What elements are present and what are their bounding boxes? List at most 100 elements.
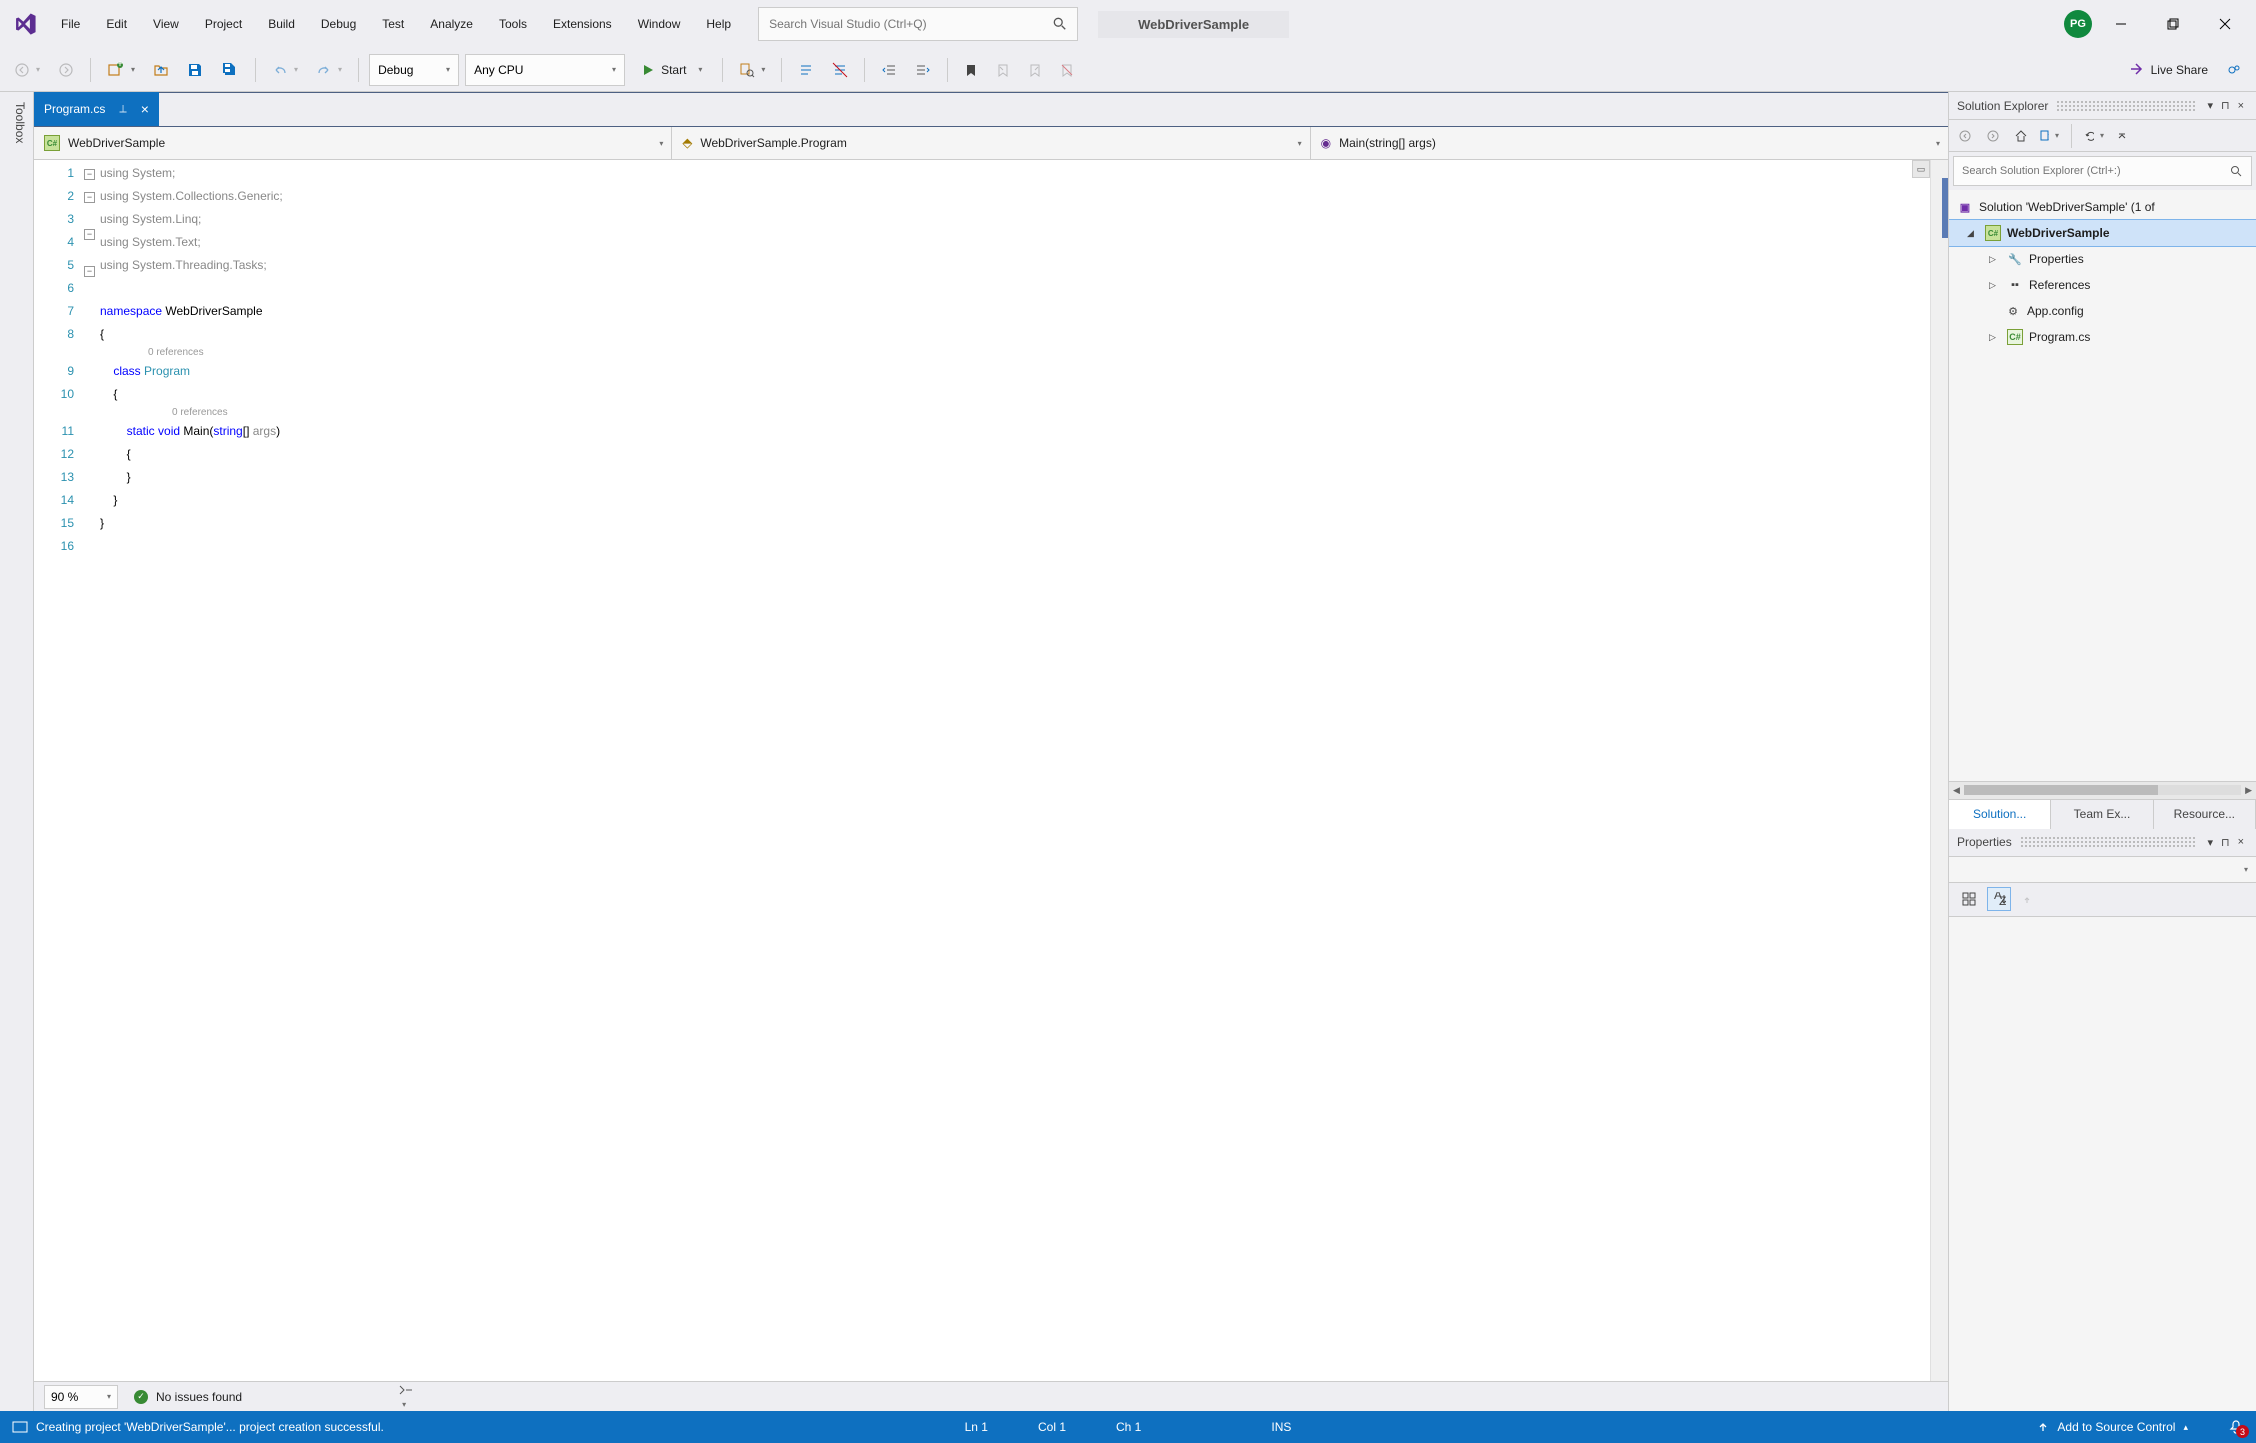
properties-selector[interactable]: ▾ [1949,857,2256,883]
char-indicator[interactable]: Ch 1 [1116,1420,1141,1434]
menu-view[interactable]: View [140,11,192,37]
file-tab-program[interactable]: Program.cs ⟂ × [34,92,159,126]
menu-file[interactable]: File [48,11,93,37]
notifications-button[interactable]: 3 [2228,1419,2244,1435]
next-bookmark-button[interactable] [1022,55,1048,85]
alphabetical-icon[interactable]: AZ [1987,887,2011,911]
crlf-indicator[interactable]: ▾ [398,1384,414,1410]
code-editor[interactable]: 12345678 910 111213141516 − − − − using … [34,160,1948,1381]
solution-search[interactable] [1953,156,2252,186]
prev-bookmark-button[interactable] [990,55,1016,85]
refresh-icon[interactable]: ▾ [2084,126,2104,146]
collapse-all-icon[interactable] [2112,126,2132,146]
comment-button[interactable] [792,55,820,85]
uncomment-button[interactable] [826,55,854,85]
quick-launch[interactable] [758,7,1078,41]
minimize-button[interactable] [2098,9,2144,39]
back-icon[interactable] [1955,126,1975,146]
insert-mode[interactable]: INS [1271,1420,1291,1434]
nav-class-dropdown[interactable]: ⬘WebDriverSample.Program [672,127,1310,159]
appconfig-node[interactable]: ⚙ App.config [1949,298,2256,324]
indent-more-button[interactable] [909,55,937,85]
sync-active-icon[interactable]: ▾ [2039,126,2059,146]
config-dropdown[interactable]: Debug▾ [369,54,459,86]
menu-edit[interactable]: Edit [93,11,140,37]
start-button[interactable]: Start▾ [631,54,712,86]
codelens-method[interactable]: 0 references [100,406,1930,420]
properties-header[interactable]: Properties ▾ ⊓ × [1949,829,2256,857]
tab-resource-view[interactable]: Resource... [2154,800,2256,829]
close-button[interactable] [2202,9,2248,39]
window-position-icon[interactable]: ▾ [2203,99,2217,112]
menu-test[interactable]: Test [369,11,417,37]
nav-fwd-button[interactable] [52,55,80,85]
forward-icon[interactable] [1983,126,2003,146]
pin-icon[interactable]: ⟂ [119,103,126,116]
indent-less-button[interactable] [875,55,903,85]
toolbox-panel-tab[interactable]: Toolbox [0,92,34,1411]
programcs-node[interactable]: ▷ C# Program.cs [1949,324,2256,350]
solution-explorer-header[interactable]: Solution Explorer ▾ ⊓ × [1949,92,2256,120]
user-avatar[interactable]: PG [2064,10,2092,38]
outlining-margin[interactable]: − − − − [82,160,100,1381]
menu-help[interactable]: Help [693,11,744,37]
save-button[interactable] [181,55,209,85]
window-position-icon[interactable]: ▾ [2203,836,2217,849]
error-indicator[interactable]: ✓ No issues found [134,1390,242,1404]
menu-build[interactable]: Build [255,11,308,37]
expander-icon[interactable]: ▷ [1989,280,2001,291]
close-panel-icon[interactable]: × [2234,836,2248,848]
clear-bookmarks-button[interactable] [1054,55,1080,85]
menu-extensions[interactable]: Extensions [540,11,625,37]
col-indicator[interactable]: Col 1 [1038,1420,1066,1434]
menu-project[interactable]: Project [192,11,255,37]
open-file-button[interactable] [147,55,175,85]
expander-icon[interactable]: ▷ [1989,254,2001,265]
nav-project-dropdown[interactable]: C#WebDriverSample [34,127,672,159]
maximize-button[interactable] [2150,9,2196,39]
nav-method-dropdown[interactable]: ◉Main(string[] args) [1311,127,1948,159]
home-icon[interactable] [2011,126,2031,146]
line-indicator[interactable]: Ln 1 [965,1420,988,1434]
categorized-icon[interactable] [1957,887,1981,911]
zoom-dropdown[interactable]: 90 %▾ [44,1385,118,1409]
tab-team-explorer[interactable]: Team Ex... [2051,800,2153,829]
tab-solution-explorer[interactable]: Solution... [1949,800,2051,829]
nav-back-button[interactable]: ▾ [8,55,46,85]
feedback-button[interactable] [2220,55,2248,85]
source-control-button[interactable]: Add to Source Control ▴ [2037,1420,2188,1434]
references-node[interactable]: ▷ ▪▪ References [1949,272,2256,298]
menu-debug[interactable]: Debug [308,11,369,37]
solution-tree[interactable]: ▣ Solution 'WebDriverSample' (1 of ◢ C# … [1949,190,2256,781]
menu-analyze[interactable]: Analyze [417,11,486,37]
platform-dropdown[interactable]: Any CPU▾ [465,54,625,86]
property-pages-icon[interactable] [2017,887,2041,911]
solution-search-input[interactable] [1962,165,2230,177]
new-project-button[interactable]: +▾ [101,55,141,85]
solution-hscroll[interactable]: ◀ ▶ [1949,781,2256,799]
codelens-class[interactable]: 0 references [100,346,1930,360]
expander-icon[interactable]: ◢ [1967,228,1979,239]
liveshare-button[interactable]: Live Share [2121,55,2214,85]
properties-node[interactable]: ▷ 🔧 Properties [1949,246,2256,272]
menu-tools[interactable]: Tools [486,11,540,37]
project-node[interactable]: ◢ C# WebDriverSample [1949,220,2256,246]
find-in-files-button[interactable]: ▾ [733,55,771,85]
expander-icon[interactable]: ▷ [1989,332,2001,343]
save-all-button[interactable] [215,55,245,85]
close-panel-icon[interactable]: × [2234,100,2248,112]
menu-window[interactable]: Window [625,11,694,37]
pin-icon[interactable]: ⊓ [2217,836,2234,849]
pin-icon[interactable]: ⊓ [2217,99,2234,112]
tab-close-icon[interactable]: × [141,101,149,117]
solution-node[interactable]: ▣ Solution 'WebDriverSample' (1 of [1949,194,2256,220]
undo-button[interactable]: ▾ [266,55,304,85]
tab-label: Program.cs [44,102,105,116]
vertical-scrollbar[interactable] [1930,160,1948,1381]
quick-launch-input[interactable] [769,17,1067,31]
redo-button[interactable]: ▾ [310,55,348,85]
code-text[interactable]: using System; using System.Collections.G… [100,160,1930,1381]
split-handle[interactable]: ▭ [1912,160,1930,178]
bookmark-button[interactable] [958,55,984,85]
output-icon[interactable] [12,1419,28,1435]
